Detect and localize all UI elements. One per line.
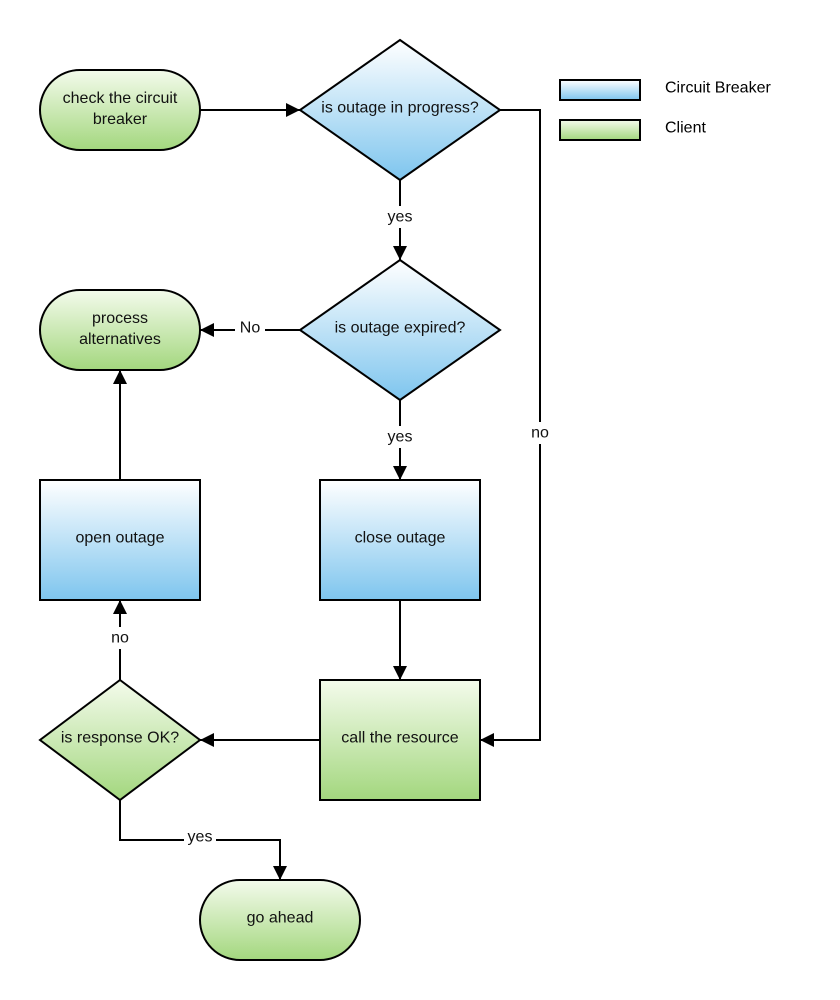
node-label: alternatives — [79, 331, 161, 348]
node-label: is response OK? — [61, 730, 179, 747]
svg-text:check the circuit: check the circuit — [63, 90, 178, 107]
node-label: open outage — [76, 530, 165, 547]
edge-label-response-no: no — [111, 630, 129, 647]
svg-text:process: process — [92, 310, 148, 327]
legend: Circuit Breaker Client — [559, 79, 771, 141]
process-open-outage: open outage — [39, 479, 201, 601]
edge-label-progress-no: no — [531, 425, 549, 442]
legend-label-client: Client — [665, 120, 706, 137]
edge-label-expired-no: No — [240, 320, 261, 337]
edge-label-expired-yes: yes — [388, 429, 413, 446]
node-process-alternatives: process alternatives — [39, 289, 201, 371]
node-label: go ahead — [247, 910, 314, 927]
node-label: check the circuit — [63, 90, 178, 107]
node-label: is outage in progress? — [321, 100, 479, 117]
node-label: close outage — [355, 530, 446, 547]
process-call-resource: call the resource — [319, 679, 481, 801]
legend-label-circuit-breaker: Circuit Breaker — [665, 80, 771, 97]
svg-text:breaker: breaker — [93, 111, 148, 128]
node-label: call the resource — [341, 730, 458, 747]
node-label: is outage expired? — [335, 320, 466, 337]
legend-swatch-circuit-breaker — [559, 79, 641, 101]
edge-label-response-yes: yes — [188, 829, 213, 846]
node-label: breaker — [93, 111, 148, 128]
decision-outage-expired: is outage expired? — [298, 258, 502, 402]
node-check-circuit-breaker: check the circuit breaker — [39, 69, 201, 151]
process-close-outage: close outage — [319, 479, 481, 601]
svg-text:alternatives: alternatives — [79, 331, 161, 348]
node-go-ahead: go ahead — [199, 879, 361, 961]
edge-label-progress-yes: yes — [388, 209, 413, 226]
node-label: process — [92, 310, 148, 327]
circuit-breaker-flowchart: yes no No yes no yes check the circuit b… — [38, 38, 771, 961]
decision-outage-in-progress: is outage in progress? — [298, 38, 502, 182]
legend-swatch-client — [559, 119, 641, 141]
decision-response-ok: is response OK? — [38, 678, 202, 802]
